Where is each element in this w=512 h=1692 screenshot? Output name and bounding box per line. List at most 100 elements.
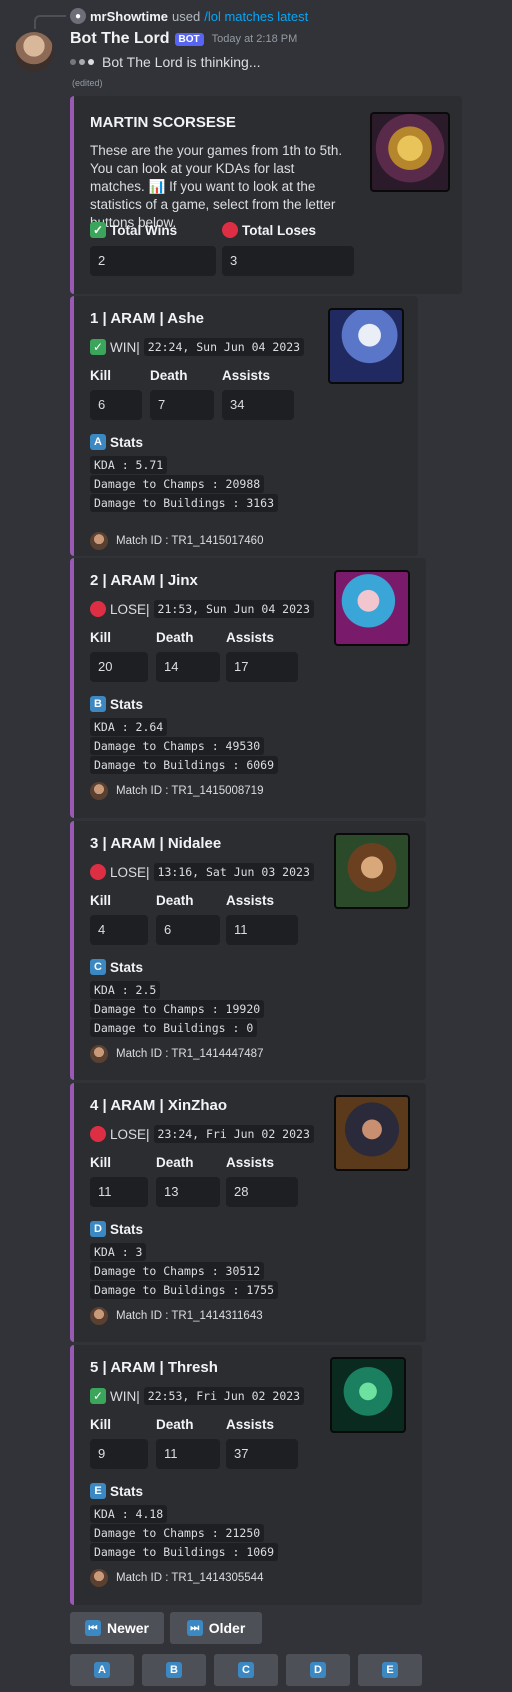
reply-command[interactable]: /lol matches latest xyxy=(204,9,308,24)
loading-dots-icon xyxy=(70,59,94,65)
match-id: Match ID : TR1_1414305544 xyxy=(116,1572,264,1584)
letter-button-a[interactable]: A xyxy=(70,1654,134,1686)
champion-thumbnail xyxy=(334,833,410,909)
kda-line: KDA : 5.71 xyxy=(90,456,168,474)
kda-line: KDA : 3 xyxy=(90,1243,147,1261)
death-label: Death xyxy=(156,1155,194,1170)
damage-buildings-line: Damage to Buildings : 0 xyxy=(90,1019,258,1037)
death-label: Death xyxy=(156,630,194,645)
bot-badge: BOT xyxy=(174,32,204,46)
check-icon: ✓ xyxy=(90,1388,106,1404)
result-separator: | xyxy=(146,864,150,880)
letter-c-icon: C xyxy=(238,1662,254,1678)
match-date: 22:24, Sun Jun 04 2023 xyxy=(143,338,305,356)
damage-buildings-line: Damage to Buildings : 6069 xyxy=(90,756,279,774)
match-result-line: LOSE | 23:24, Fri Jun 02 2023 xyxy=(90,1125,314,1143)
damage-buildings-line: Damage to Buildings : 3163 xyxy=(90,494,279,512)
death-value: 7 xyxy=(150,390,214,420)
match-footer: Match ID : TR1_1414311643 xyxy=(90,1307,263,1325)
check-icon: ✓ xyxy=(90,222,106,238)
assists-value: 17 xyxy=(226,652,298,682)
stats-heading: C Stats xyxy=(90,959,143,975)
assists-label: Assists xyxy=(226,630,275,645)
stats-label: Stats xyxy=(110,959,144,975)
letter-button-c[interactable]: C xyxy=(214,1654,278,1686)
match-footer: Match ID : TR1_1415008719 xyxy=(90,782,263,800)
death-value: 14 xyxy=(156,652,220,682)
red-circle-icon xyxy=(90,601,106,617)
match-footer: Match ID : TR1_1415017460 xyxy=(90,532,263,550)
damage-champs-line: Damage to Champs : 30512 xyxy=(90,1262,265,1280)
rewind-icon: ⏮ xyxy=(84,1620,101,1636)
match-id: Match ID : TR1_1414447487 xyxy=(116,1048,264,1060)
stats-heading: A Stats xyxy=(90,434,143,450)
red-circle-icon xyxy=(90,864,106,880)
summary-title: MARTIN SCORSESE xyxy=(90,114,236,131)
assists-label: Assists xyxy=(226,1155,275,1170)
death-value: 11 xyxy=(156,1439,220,1469)
kill-label: Kill xyxy=(90,893,112,908)
damage-champs-line: Damage to Champs : 21250 xyxy=(90,1524,265,1542)
kda-line: KDA : 2.5 xyxy=(90,981,161,999)
match-footer: Match ID : TR1_1414305544 xyxy=(90,1569,263,1587)
kill-value: 9 xyxy=(90,1439,148,1469)
older-label: Older xyxy=(208,1620,246,1636)
match-result: WIN xyxy=(110,1388,137,1404)
kill-value: 6 xyxy=(90,390,142,420)
match-embed: 5 | ARAM | Thresh ✓ WIN | 22:53, Fri Jun … xyxy=(70,1345,422,1605)
match-title: 3 | ARAM | Nidalee xyxy=(90,835,222,852)
match-embed: 3 | ARAM | Nidalee LOSE | 13:16, Sat Jun … xyxy=(70,821,426,1080)
damage-champs-line: Damage to Champs : 19920 xyxy=(90,1000,265,1018)
result-separator: | xyxy=(146,601,150,617)
check-icon: ✓ xyxy=(90,339,106,355)
match-date: 23:24, Fri Jun 02 2023 xyxy=(153,1125,314,1143)
match-result: WIN xyxy=(110,339,137,355)
kill-value: 20 xyxy=(90,652,148,682)
letter-c-icon: C xyxy=(90,959,106,975)
assists-value: 11 xyxy=(226,915,298,945)
match-result-line: LOSE | 13:16, Sat Jun 03 2023 xyxy=(90,863,314,881)
match-date: 21:53, Sun Jun 04 2023 xyxy=(153,600,314,618)
user-avatar-small: ● xyxy=(70,8,86,24)
bot-name[interactable]: Bot The Lord xyxy=(70,30,170,48)
damage-buildings-line: Damage to Buildings : 1755 xyxy=(90,1281,279,1299)
result-separator: | xyxy=(136,1388,140,1404)
letter-button-b[interactable]: B xyxy=(142,1654,206,1686)
total-wins-value: 2 xyxy=(90,246,216,276)
total-loses-value: 3 xyxy=(222,246,354,276)
red-circle-icon xyxy=(90,1126,106,1142)
older-button[interactable]: ⏭ Older xyxy=(170,1612,262,1644)
newer-label: Newer xyxy=(106,1620,150,1636)
message-header: Bot The Lord BOT Today at 2:18 PM xyxy=(70,30,297,48)
reply-context[interactable]: ● mrShowtime used /lol matches latest xyxy=(34,6,308,26)
reply-verb: used xyxy=(172,8,201,24)
bot-avatar[interactable] xyxy=(14,32,54,72)
footer-avatar-icon xyxy=(90,1569,108,1587)
assists-label: Assists xyxy=(226,1417,275,1432)
damage-buildings-line: Damage to Buildings : 1069 xyxy=(90,1543,279,1561)
letter-b-icon: B xyxy=(166,1662,182,1678)
stats-heading: B Stats xyxy=(90,696,143,712)
footer-avatar-icon xyxy=(90,532,108,550)
assists-label: Assists xyxy=(226,893,275,908)
kill-value: 4 xyxy=(90,915,148,945)
match-result: LOSE xyxy=(110,1126,147,1142)
match-date: 13:16, Sat Jun 03 2023 xyxy=(153,863,314,881)
newer-button[interactable]: ⏮ Newer xyxy=(70,1612,164,1644)
footer-avatar-icon xyxy=(90,1045,108,1063)
edited-label: (edited) xyxy=(72,78,103,88)
letter-button-e[interactable]: E xyxy=(358,1654,422,1686)
reply-user[interactable]: mrShowtime xyxy=(90,9,168,24)
match-result: LOSE xyxy=(110,864,147,880)
match-result-line: LOSE | 21:53, Sun Jun 04 2023 xyxy=(90,600,314,618)
assists-value: 28 xyxy=(226,1177,298,1207)
match-embed: 2 | ARAM | Jinx LOSE | 21:53, Sun Jun 04 … xyxy=(70,558,426,818)
kda-line: KDA : 2.64 xyxy=(90,718,168,736)
letter-a-icon: A xyxy=(90,434,106,450)
match-id: Match ID : TR1_1414311643 xyxy=(116,1310,263,1322)
stats-label: Stats xyxy=(110,1221,144,1237)
death-value: 6 xyxy=(156,915,220,945)
kill-label: Kill xyxy=(90,1155,112,1170)
letter-button-d[interactable]: D xyxy=(286,1654,350,1686)
summary-embed: MARTIN SCORSESE These are the your games… xyxy=(70,96,462,294)
